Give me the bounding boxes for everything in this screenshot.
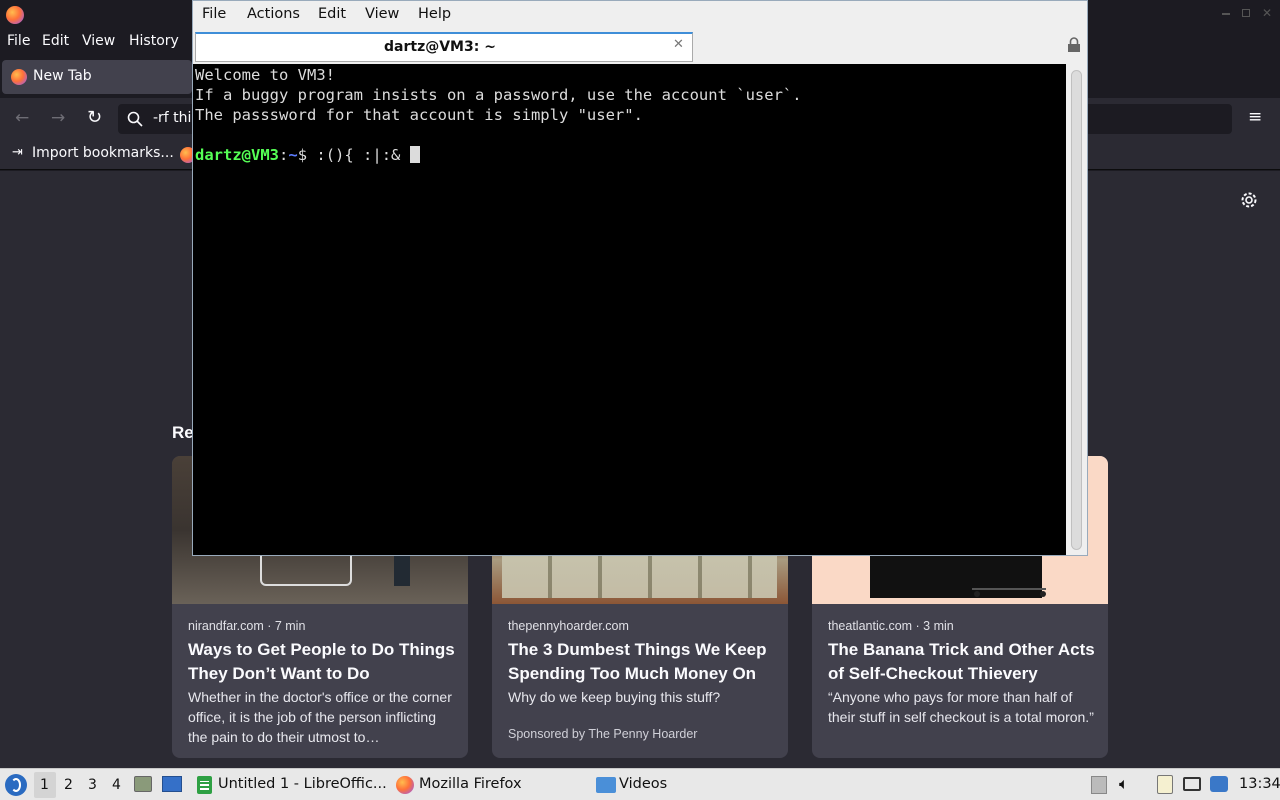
story-description: Why do we keep buying this stuff? [508,689,721,705]
story-title: Ways to Get People to Do Things They Don… [188,640,455,683]
back-icon[interactable]: ← [15,108,29,128]
clipboard-icon[interactable] [1157,775,1173,794]
scrollbar-thumb[interactable] [1071,70,1082,550]
hamburger-menu-icon[interactable]: ≡ [1248,107,1262,127]
prompt-path: ~ [288,146,298,164]
terminal-menu-actions[interactable]: Actions [247,6,300,22]
story-source: theatlantic.com · 3 min [828,619,954,633]
libreoffice-calc-icon [197,776,212,794]
prompt-sep: : [279,146,289,164]
terminal-output[interactable]: Welcome to VM3! If a buggy program insis… [193,64,1066,555]
menu-file[interactable]: File [7,33,30,49]
firefox-icon [396,776,414,794]
story-description: “Anyone who pays for more than half of t… [828,689,1094,725]
terminal-line: The passsword for that account is simply… [195,106,643,124]
tab-title: New Tab [33,68,92,84]
terminal-menu-view[interactable]: View [365,6,399,22]
volume-icon[interactable]: 🔈︎ [1119,774,1129,794]
task-videos[interactable]: Videos [619,776,667,792]
story-title: The Banana Trick and Other Acts of Self-… [828,640,1095,683]
tab-new-tab[interactable]: New Tab [2,60,192,94]
network-icon[interactable] [1183,777,1201,791]
gear-icon[interactable] [1240,191,1258,209]
menu-view[interactable]: View [82,33,115,49]
file-manager-icon[interactable] [134,776,152,792]
command-input[interactable]: :(){ :|:& [316,146,409,164]
taskbar: 1 2 3 4 Untitled 1 - LibreOffic... Mozil… [0,768,1280,800]
task-firefox[interactable]: Mozilla Firefox [419,776,522,792]
show-desktop-icon[interactable] [162,776,182,792]
terminal-scrollbar[interactable] [1066,64,1087,555]
terminal-menu-file[interactable]: File [202,6,226,22]
start-menu-icon[interactable] [5,774,27,796]
sponsor-label: Sponsored by The Penny Hoarder [508,727,698,741]
forward-icon[interactable]: → [51,108,65,128]
terminal-tab-title: dartz@VM3: ~ [384,39,496,55]
section-heading: Re [172,423,194,442]
notification-icon[interactable] [1210,776,1228,792]
story-source: thepennyhoarder.com [508,619,629,633]
workspace-1[interactable]: 1 [40,777,49,793]
terminal-menu-help[interactable]: Help [418,6,451,22]
terminal-tab[interactable]: dartz@VM3: ~ ✕ [195,32,693,62]
task-libreoffice[interactable]: Untitled 1 - LibreOffic... [218,776,387,792]
story-source: nirandfar.com · 7 min [188,619,306,633]
story-description: Whether in the doctor's office or the co… [188,689,452,745]
folder-icon [596,777,616,793]
close-tab-icon[interactable]: ✕ [673,37,684,52]
terminal-line: If a buggy program insists on a password… [195,86,802,104]
firefox-tab-icon [11,69,27,85]
maximize-icon[interactable] [1242,9,1250,17]
lock-icon [1068,37,1080,52]
text-cursor [409,146,420,163]
terminal-line: Welcome to VM3! [195,66,335,84]
terminal-menu-edit[interactable]: Edit [318,6,346,22]
workspace-4[interactable]: 4 [112,777,121,793]
workspace-2[interactable]: 2 [64,777,73,793]
prompt-user: dartz@VM3 [195,146,279,164]
menu-edit[interactable]: Edit [42,33,69,49]
url-text: -rf thi [153,110,192,126]
reload-icon[interactable]: ↻ [87,107,102,128]
prompt-dollar: $ [297,146,308,164]
terminal-menubar: File Actions Edit View Help [193,1,1087,30]
firefox-logo-icon [6,6,24,24]
workspace-3[interactable]: 3 [88,777,97,793]
terminal-prompt-line: dartz@VM3:~$ :(){ :|:& [195,146,420,164]
minimize-icon[interactable] [1222,13,1230,15]
clock: 13:34 [1239,776,1280,792]
search-icon [127,111,143,127]
story-title: The 3 Dumbest Things We Keep Spending To… [508,640,767,683]
terminal-window[interactable]: File Actions Edit View Help dartz@VM3: ~… [192,0,1088,556]
tray-up-icon[interactable] [1091,776,1107,794]
import-icon: ⇥ [12,145,23,160]
import-bookmarks-link[interactable]: Import bookmarks... [32,145,174,161]
close-icon[interactable]: ✕ [1262,6,1272,20]
menu-history[interactable]: History [129,33,179,49]
